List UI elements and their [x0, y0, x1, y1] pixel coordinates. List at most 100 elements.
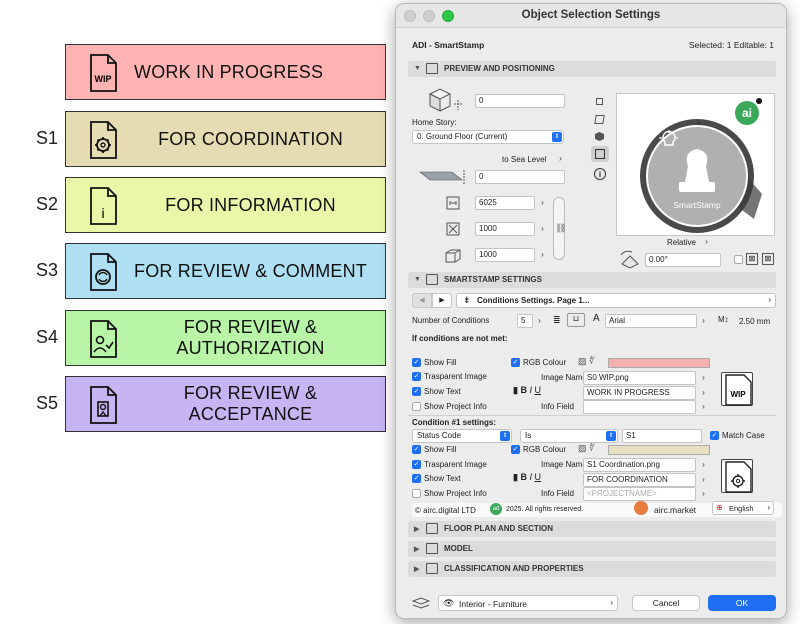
angle-field[interactable]: 0.00° [645, 253, 721, 267]
parameters-view-button[interactable] [591, 146, 609, 162]
cond-stamp-text-field[interactable]: FOR COORDINATION [583, 473, 696, 487]
cond-show-fill-checkbox[interactable]: ✓ [412, 445, 421, 454]
status-code: S1 [36, 128, 59, 148]
section-classification[interactable]: ▶ CLASSIFICATION AND PROPERTIES [408, 561, 776, 577]
cond-text-format-icons[interactable]: ▮ B I U [513, 472, 541, 483]
status-code: S2 [36, 194, 59, 214]
info-icon[interactable]: i [594, 168, 606, 180]
stamp-text-field[interactable]: WORK IN PROGRESS [583, 386, 696, 400]
width-field[interactable]: 6025 [475, 196, 535, 210]
title-bar[interactable]: Object Selection Settings [396, 4, 786, 28]
cond-show-fill-label: Show Fill [424, 445, 457, 454]
depth-arrow-button[interactable]: › [537, 223, 548, 235]
stamp-text-arrow-button[interactable]: › [698, 387, 709, 399]
cond-info-field[interactable]: <PROJECTNAME> [583, 487, 696, 501]
cond-info-field-label: Info Field [541, 489, 574, 498]
model-section-icon [426, 543, 438, 554]
2d-view-icon[interactable] [596, 98, 603, 105]
pattern-icon[interactable]: ▨ ∜ [578, 356, 595, 367]
mirror-y-icon[interactable]: ⊠ [762, 253, 774, 265]
prev-page-button[interactable]: ◀ [412, 293, 432, 308]
height-arrow-button[interactable]: › [537, 249, 548, 261]
condition-field-select[interactable]: Status Code ⇕ [412, 429, 512, 443]
match-case-checkbox[interactable]: ✓ [710, 431, 719, 440]
sea-level-field[interactable]: 0 [475, 170, 565, 184]
expand-triangle-icon: ▶ [414, 526, 420, 533]
market-link[interactable]: airc.market [654, 505, 696, 515]
condition-operator-select[interactable]: Is ⇕ [520, 429, 618, 443]
relative-arrow-button[interactable]: › [701, 236, 712, 248]
chevron-updown-icon: ⇕ [552, 132, 562, 142]
condition1-label: Condition #1 settings: [412, 418, 496, 427]
image-name-label: Image Name [541, 373, 587, 382]
cancel-button[interactable]: Cancel [632, 595, 700, 611]
cond-stamp-text-arrow-button[interactable]: › [698, 474, 709, 486]
elevation-field[interactable]: 0 [475, 94, 565, 108]
view-select[interactable]: 👁 Interior - Furniture › [438, 595, 618, 611]
wip-doc-icon: WIP [725, 374, 752, 406]
show-text-checkbox[interactable]: ✓ [412, 387, 421, 396]
collapse-triangle-icon: ▼ [414, 276, 421, 283]
image-name-arrow-button[interactable]: › [698, 372, 709, 384]
home-story-select[interactable]: 0. Ground Floor (Current) ⇕ [412, 130, 564, 144]
font-arrow-button[interactable]: › [698, 315, 709, 327]
transparent-image-checkbox[interactable]: ✓ [412, 372, 421, 381]
cond-transparent-image-checkbox[interactable]: ✓ [412, 460, 421, 469]
language-select[interactable]: ⊕ English › [712, 501, 774, 515]
cond-image-name-field[interactable]: S1 Coordination.png [583, 458, 696, 472]
cond-show-project-info-checkbox[interactable] [412, 489, 421, 498]
cond-show-text-checkbox[interactable]: ✓ [412, 474, 421, 483]
text-format-icons[interactable]: ▮ B I U [513, 385, 541, 396]
image-name-field[interactable]: S0 WIP.png [583, 371, 696, 385]
ok-button[interactable]: OK [708, 595, 776, 611]
height-dimension-icon [445, 249, 461, 263]
airc-logo-icon: ad [490, 503, 502, 515]
cond-info-field-arrow-button[interactable]: › [698, 488, 709, 500]
rgb-colour-checkbox[interactable]: ✓ [511, 358, 520, 367]
section-model[interactable]: ▶ MODEL [408, 541, 776, 557]
next-page-button[interactable]: ▶ [432, 293, 452, 308]
match-case-label: Match Case [722, 431, 765, 440]
chevron-updown-icon: ⇕ [500, 431, 510, 441]
depth-field[interactable]: 1000 [475, 222, 535, 236]
width-arrow-button[interactable]: › [537, 197, 548, 209]
fill-color-swatch[interactable] [608, 358, 710, 368]
coordination-image-preview [721, 459, 753, 493]
cond-pattern-icon[interactable]: ▨ ∜ [578, 443, 595, 454]
chevron-updown-icon: ⇕ [606, 431, 616, 441]
depth-dimension-icon [446, 222, 460, 236]
home-story-value: 0. Ground Floor (Current) [417, 132, 508, 141]
smartstamp-section-icon [426, 274, 438, 285]
show-fill-checkbox[interactable]: ✓ [412, 358, 421, 367]
text-style-icon[interactable]: A [593, 313, 600, 324]
wip-icon-label: WIP [95, 74, 112, 84]
cond-rgb-colour-checkbox[interactable]: ✓ [511, 445, 520, 454]
info-field[interactable] [583, 400, 696, 414]
height-field[interactable]: 1000 [475, 248, 535, 262]
font-field[interactable]: Arial [605, 314, 697, 328]
condition-value-field[interactable]: S1 [622, 429, 702, 443]
font-size-value[interactable]: 2.50 mm [739, 317, 770, 326]
3d-view-icon[interactable] [594, 131, 605, 142]
mirror-icon[interactable]: ⊠ [746, 253, 758, 265]
sea-level-icon [419, 170, 465, 184]
info-field-arrow-button[interactable]: › [698, 401, 709, 413]
text-align-icon[interactable]: ≣ [553, 315, 561, 326]
copyright-text: © airc.digital LTD [415, 506, 476, 515]
section-smartstamp-settings[interactable]: ▼ SMARTSTAMP SETTINGS [408, 272, 776, 288]
section-floor-plan[interactable]: ▶ FLOOR PLAN AND SECTION [408, 521, 776, 537]
section-preview-positioning[interactable]: ▼ PREVIEW AND POSITIONING [408, 61, 776, 77]
cond-fill-color-swatch[interactable] [608, 445, 710, 455]
cond-image-name-arrow-button[interactable]: › [698, 459, 709, 471]
preview-image: ai SmartStamp [616, 93, 775, 236]
mirror-checkbox[interactable] [734, 255, 743, 264]
sea-level-arrow-button[interactable]: › [555, 153, 566, 165]
frame-style-icon[interactable]: ⊔ [567, 313, 585, 327]
section-view-icon[interactable] [594, 115, 605, 124]
show-project-info-checkbox[interactable] [412, 402, 421, 411]
list-view-icon [595, 149, 605, 159]
proportion-lock[interactable]: ⛓ [553, 197, 566, 260]
page-select[interactable]: ⇟ Conditions Settings. Page 1... › [456, 293, 776, 308]
num-conditions-field[interactable]: 5 [517, 314, 533, 328]
num-conditions-arrow-button[interactable]: › [534, 315, 545, 327]
